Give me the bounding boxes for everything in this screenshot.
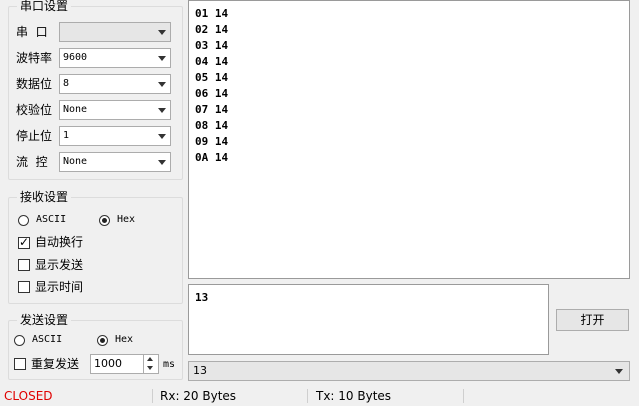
receive-lines: 01 14 02 14 03 14 04 14 05 14 06 14 07 1… xyxy=(195,6,228,166)
send-ascii-radio[interactable] xyxy=(14,335,25,346)
flow-value: None xyxy=(63,156,88,167)
receive-line: 07 14 xyxy=(195,103,229,116)
receive-line: 06 14 xyxy=(195,87,229,100)
status-divider xyxy=(152,389,153,403)
stop-bits-select[interactable]: 1 xyxy=(59,126,171,146)
auto-wrap-checkbox[interactable] xyxy=(18,235,30,249)
interval-value: 1000 xyxy=(94,357,122,370)
status-bar: CLOSED Rx: 20 Bytes Tx: 10 Bytes xyxy=(0,386,639,406)
receive-line: 09 14 xyxy=(195,135,229,148)
send-hex-radio[interactable] xyxy=(97,335,108,346)
spin-up-icon[interactable] xyxy=(147,357,153,361)
send-settings-title: 发送设置 xyxy=(17,313,72,327)
receive-line: 05 14 xyxy=(195,71,229,84)
receive-hex-label: Hex xyxy=(117,214,136,225)
repeat-send-checkbox[interactable] xyxy=(14,358,26,370)
chevron-down-icon xyxy=(158,30,166,35)
send-history-value: 13 xyxy=(193,364,207,377)
chevron-down-icon xyxy=(158,56,166,61)
receive-line: 01 14 xyxy=(195,7,229,20)
send-ascii-label: ASCII xyxy=(32,334,63,345)
parity-select[interactable]: None xyxy=(59,100,171,120)
show-send-label: 显示发送 xyxy=(35,258,84,272)
receive-hex-radio[interactable] xyxy=(99,215,110,226)
data-bits-select[interactable]: 8 xyxy=(59,74,171,94)
receive-settings-title: 接收设置 xyxy=(17,190,72,204)
data-bits-label: 数据位 xyxy=(16,77,53,91)
send-history-select[interactable]: 13 xyxy=(188,361,630,381)
receive-line: 08 14 xyxy=(195,119,229,132)
show-time-label: 显示时间 xyxy=(35,280,84,294)
chevron-down-icon xyxy=(158,134,166,139)
rx-count: Rx: 20 Bytes xyxy=(160,389,237,403)
serial-settings-title: 串口设置 xyxy=(17,0,72,13)
status-divider xyxy=(463,389,464,403)
receive-ascii-radio[interactable] xyxy=(18,215,29,226)
send-textarea[interactable]: 13 xyxy=(188,284,549,355)
chevron-down-icon xyxy=(158,108,166,113)
chevron-down-icon xyxy=(158,160,166,165)
data-bits-value: 8 xyxy=(63,78,70,89)
baud-value: 9600 xyxy=(63,52,88,63)
stop-bits-label: 停止位 xyxy=(16,129,53,143)
tx-count: Tx: 10 Bytes xyxy=(316,389,392,403)
receive-line: 0A 14 xyxy=(195,151,229,164)
spin-down-icon[interactable] xyxy=(147,366,153,370)
open-button[interactable]: 打开 xyxy=(556,309,629,331)
flow-label: 流 控 xyxy=(16,155,48,169)
baud-label: 波特率 xyxy=(16,51,53,65)
port-label: 串 口 xyxy=(16,25,48,39)
show-time-checkbox[interactable] xyxy=(18,281,30,293)
receive-ascii-label: ASCII xyxy=(36,214,67,225)
send-hex-label: Hex xyxy=(115,334,134,345)
show-send-checkbox[interactable] xyxy=(18,259,30,271)
port-select[interactable] xyxy=(59,22,171,42)
chevron-down-icon xyxy=(615,369,623,374)
flow-select[interactable]: None xyxy=(59,152,171,172)
receive-line: 03 14 xyxy=(195,39,229,52)
parity-label: 校验位 xyxy=(16,103,53,117)
send-text: 13 xyxy=(195,291,209,304)
connection-status: CLOSED xyxy=(4,389,53,403)
auto-wrap-label: 自动换行 xyxy=(35,235,84,249)
interval-spinbox[interactable]: 1000 xyxy=(90,354,159,374)
baud-select[interactable]: 9600 xyxy=(59,48,171,68)
receive-line: 02 14 xyxy=(195,23,229,36)
receive-textarea[interactable]: 01 14 02 14 03 14 04 14 05 14 06 14 07 1… xyxy=(188,0,630,279)
status-divider xyxy=(307,389,308,403)
interval-spin-buttons[interactable] xyxy=(143,355,158,373)
stop-bits-value: 1 xyxy=(63,130,70,141)
interval-unit: ms xyxy=(163,359,176,370)
chevron-down-icon xyxy=(158,82,166,87)
repeat-send-label: 重复发送 xyxy=(31,357,80,371)
parity-value: None xyxy=(63,104,88,115)
receive-line: 04 14 xyxy=(195,55,229,68)
